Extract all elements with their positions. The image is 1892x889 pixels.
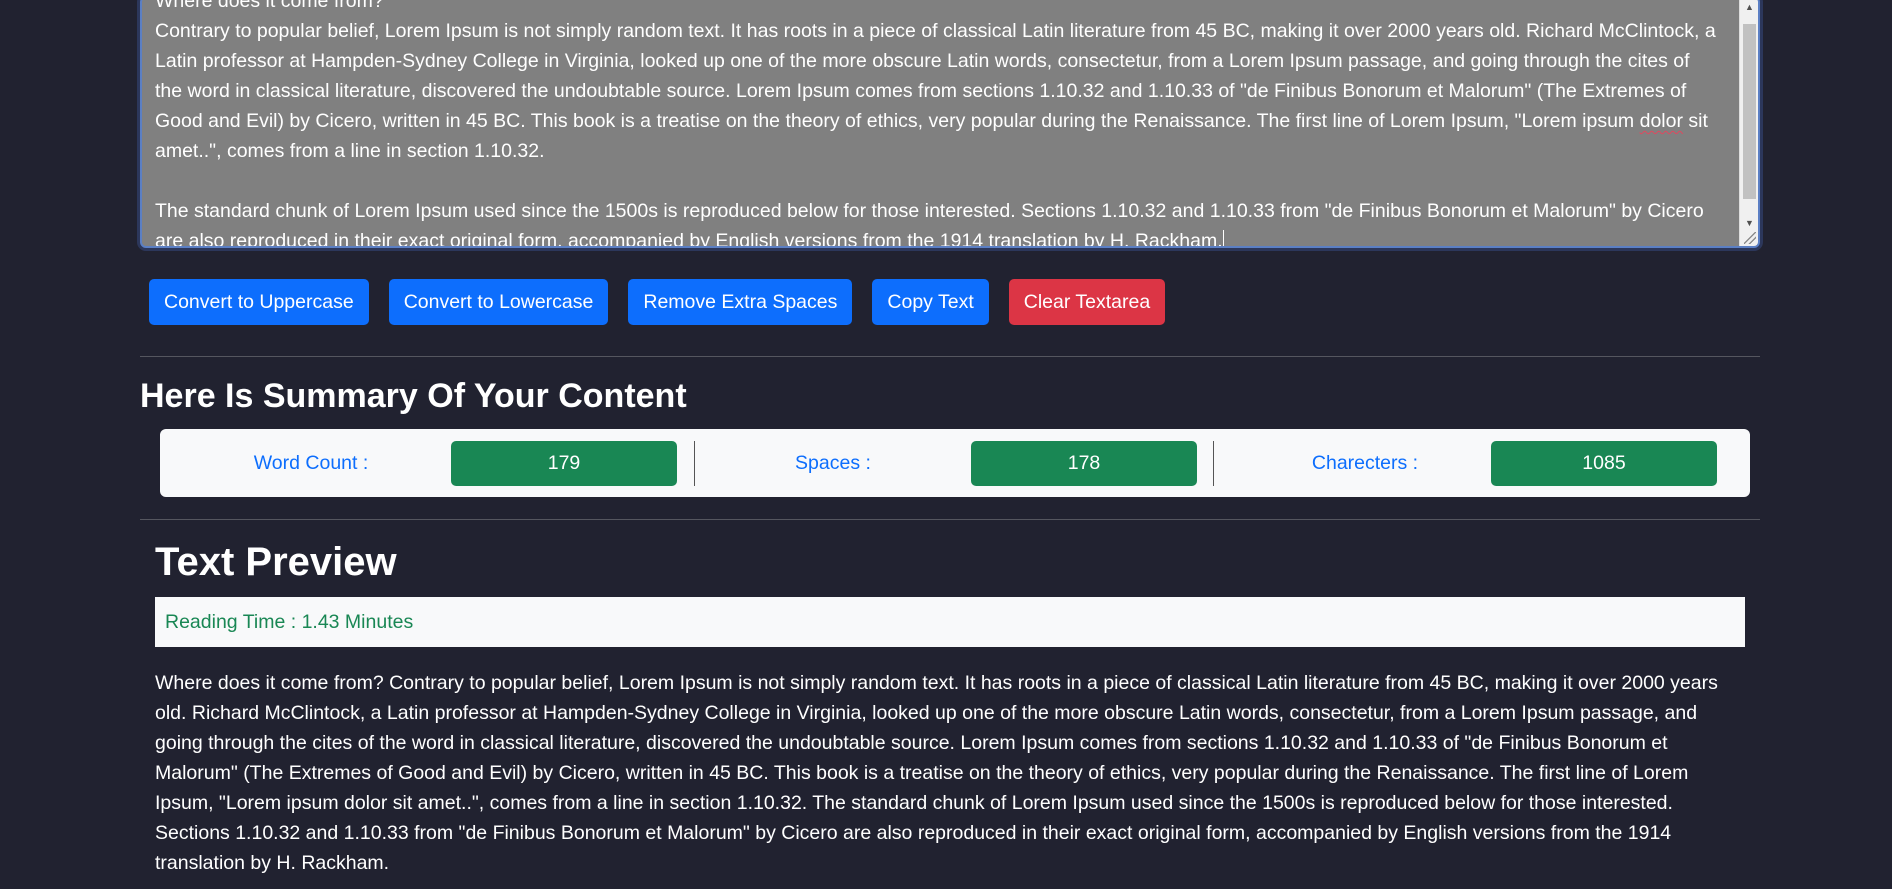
divider [140, 356, 1760, 357]
textarea-content[interactable]: Where does it come from? Contrary to pop… [155, 0, 1722, 248]
stat-divider [1213, 441, 1214, 486]
spaces-label: Spaces : [795, 452, 871, 474]
copy-text-button[interactable]: Copy Text [872, 279, 989, 325]
textarea-paragraph-2: The standard chunk of Lorem Ipsum used s… [155, 200, 1710, 248]
remove-spaces-button[interactable]: Remove Extra Spaces [628, 279, 853, 325]
characters-badge: 1085 [1491, 441, 1717, 486]
uppercase-button[interactable]: Convert to Uppercase [149, 279, 369, 325]
divider [140, 519, 1760, 520]
resize-grip-icon[interactable] [1744, 232, 1756, 244]
text-input-area[interactable]: Where does it come from? Contrary to pop… [140, 0, 1760, 248]
spellcheck-word: dolor [1639, 110, 1683, 132]
characters-label: Charecters : [1311, 452, 1419, 474]
action-buttons: Convert to Uppercase Convert to Lowercas… [149, 279, 1166, 325]
stat-divider [694, 441, 695, 486]
spaces-badge: 178 [971, 441, 1197, 486]
preview-text: Where does it come from? Contrary to pop… [155, 672, 1718, 874]
reading-time: Reading Time : 1.43 Minutes [155, 597, 1745, 647]
lowercase-button[interactable]: Convert to Lowercase [388, 279, 609, 325]
text-caret [1222, 230, 1224, 246]
scrollbar-thumb[interactable] [1743, 24, 1756, 199]
word-count-label: Word Count : [253, 452, 369, 474]
preview-title: Text Preview [155, 540, 397, 584]
textarea-paragraph-1a: Contrary to popular belief, Lorem Ipsum … [155, 20, 1722, 132]
word-count-badge: 179 [451, 441, 677, 486]
scroll-up-arrow-icon[interactable]: ▲ [1740, 0, 1758, 16]
summary-title: Here Is Summary Of Your Content [140, 377, 687, 415]
textarea-scrollbar[interactable]: ▲ ▼ [1739, 0, 1758, 246]
textarea-line-partial: Where does it come from? [155, 0, 384, 12]
scroll-down-arrow-icon[interactable]: ▼ [1740, 214, 1758, 232]
clear-textarea-button[interactable]: Clear Textarea [1008, 279, 1166, 325]
summary-card: Word Count : 179 Spaces : 178 Charecters… [160, 429, 1750, 497]
